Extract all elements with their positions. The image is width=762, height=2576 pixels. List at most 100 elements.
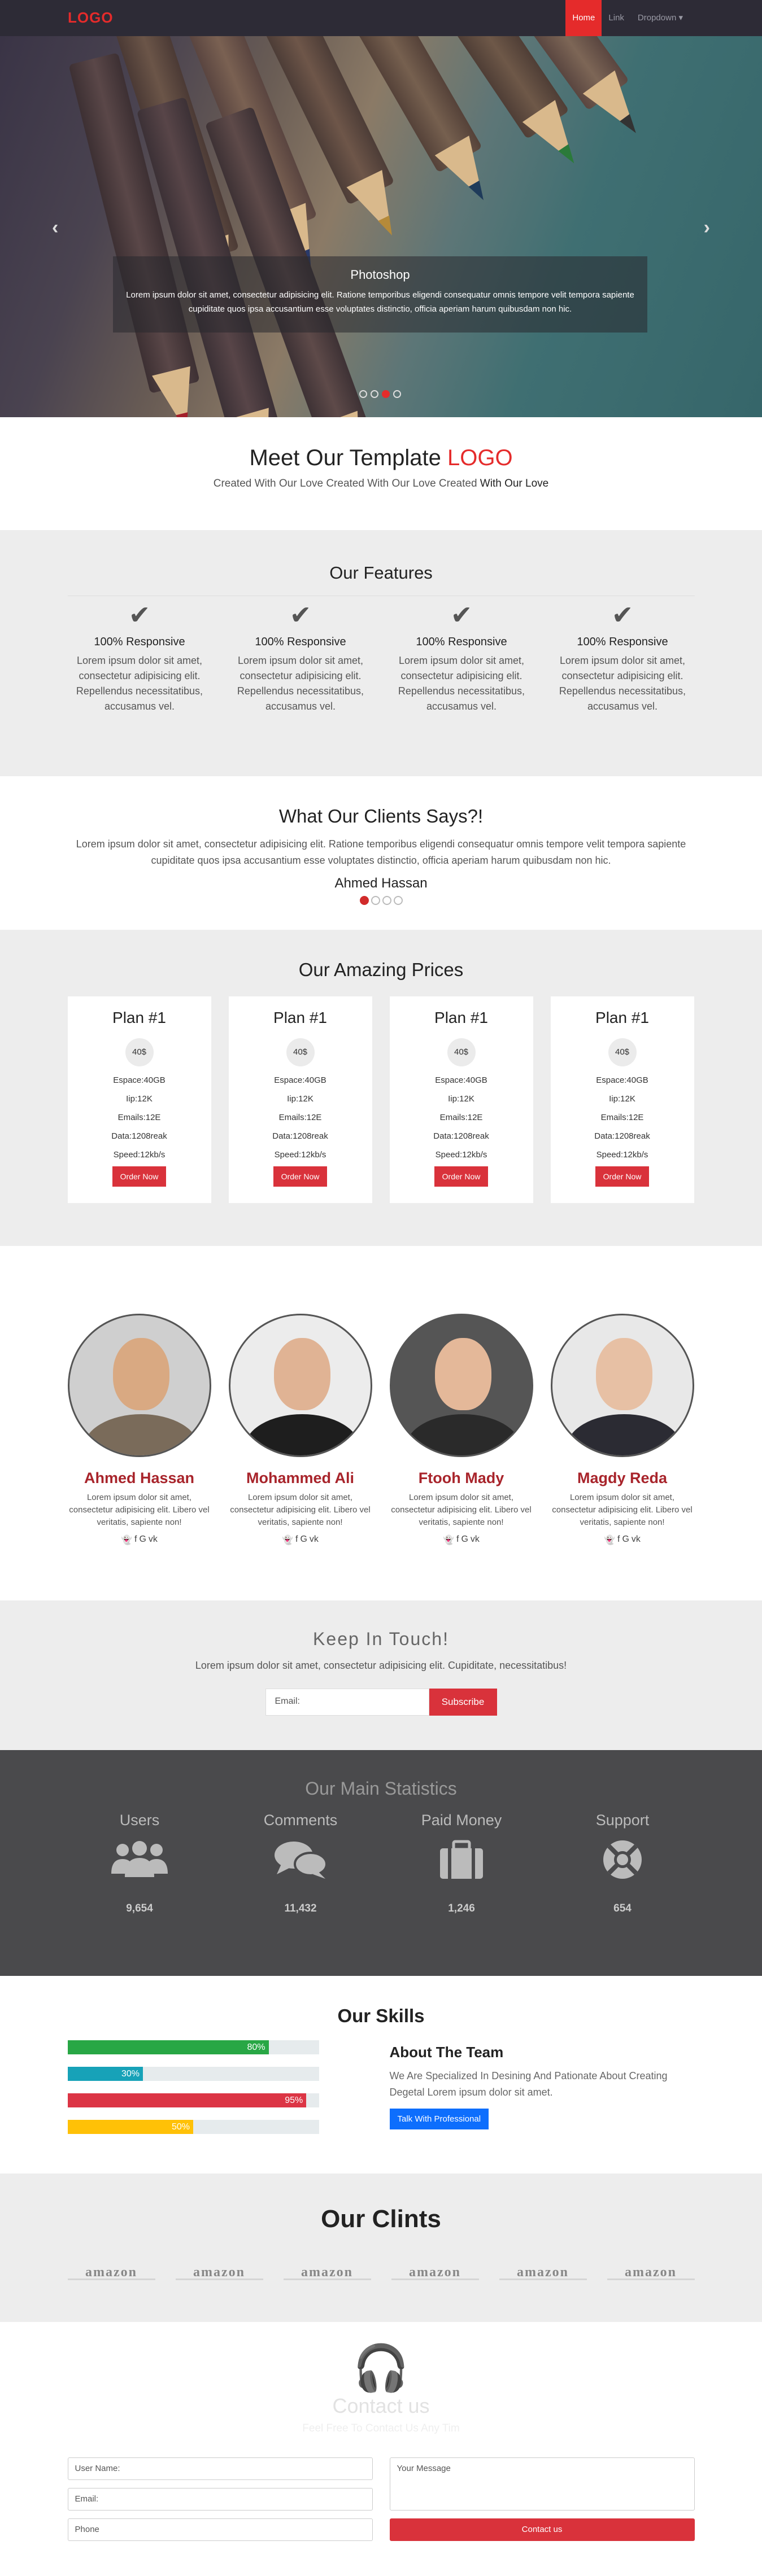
facebook-icon[interactable]: f xyxy=(456,1534,459,1546)
plan-price: 40$ xyxy=(608,1038,637,1066)
intro-subtitle: Created With Our Love Created With Our L… xyxy=(0,478,762,490)
about-team: About The Team We Are Specialized In Des… xyxy=(389,2040,695,2146)
pricing-plan: Plan #1 40$ Espace:40GB Iip:12K Emails:1… xyxy=(228,996,372,1203)
nav-link-home[interactable]: Home xyxy=(565,0,602,36)
carousel-prev-icon[interactable]: ‹ xyxy=(52,217,58,239)
nav-links: Home Link Dropdown ▾ xyxy=(565,0,690,36)
order-now-button[interactable]: Order Now xyxy=(112,1166,167,1187)
member-bio: Lorem ipsum dolor sit amet, consectetur … xyxy=(391,1493,532,1527)
feature-text: Lorem ipsum dolor sit amet, consectetur … xyxy=(398,655,525,712)
snapchat-icon[interactable]: 👻 xyxy=(443,1534,454,1546)
amazon-logo: amazon xyxy=(175,2266,263,2280)
feature-item: ✔ 100% Responsive Lorem ipsum dolor sit … xyxy=(542,596,703,714)
vk-icon[interactable]: vk xyxy=(149,1534,158,1546)
message-field[interactable]: Your Message xyxy=(389,2457,695,2511)
carousel-indicator[interactable] xyxy=(359,390,367,398)
feature-text: Lorem ipsum dolor sit amet, consectetur … xyxy=(559,655,686,712)
brand-logos: amazon amazon amazon amazon amazon amazo… xyxy=(0,2266,762,2280)
team-section: Ahmed Hassan Lorem ipsum dolor sit amet,… xyxy=(0,1246,762,1600)
progress-fill: 95% xyxy=(67,2093,307,2107)
member-name: Ftooh Mady xyxy=(418,1469,504,1486)
carousel-indicator[interactable] xyxy=(393,390,401,398)
nav-link-link[interactable]: Link xyxy=(602,0,631,36)
plan-feature: Iip:12K xyxy=(126,1094,153,1104)
features-section: Our Features ✔ 100% Responsive Lorem ips… xyxy=(0,530,762,776)
google-icon[interactable]: G xyxy=(139,1534,146,1546)
vk-icon[interactable]: vk xyxy=(310,1534,319,1546)
stat-item: Support 654 xyxy=(542,1812,703,1915)
nav-dropdown[interactable]: Dropdown ▾ xyxy=(631,0,690,36)
statistics-title: Our Main Statistics xyxy=(305,1778,457,1799)
order-now-button[interactable]: Order Now xyxy=(273,1166,328,1187)
carousel-caption: Photoshop Lorem ipsum dolor sit amet, co… xyxy=(113,256,647,333)
social-icons: 👻 f Gvk xyxy=(229,1534,372,1546)
progress-fill: 80% xyxy=(67,2040,269,2054)
email-field[interactable]: Email: xyxy=(67,2488,373,2511)
plan-feature: Speed:12kb/s xyxy=(274,1150,326,1160)
plan-feature: Emails:12E xyxy=(439,1113,483,1122)
snapchat-icon[interactable]: 👻 xyxy=(282,1534,293,1546)
member-bio: Lorem ipsum dolor sit amet, consectetur … xyxy=(230,1493,371,1527)
logo[interactable]: LOGO xyxy=(68,9,114,27)
carousel-indicator[interactable] xyxy=(371,390,378,398)
stat-label: Paid Money xyxy=(421,1812,502,1829)
amazon-logo: amazon xyxy=(67,2266,155,2280)
vk-icon[interactable]: vk xyxy=(632,1534,641,1546)
intro-subtitle-bold: With Our Love xyxy=(480,478,549,489)
facebook-icon[interactable]: f xyxy=(617,1534,620,1546)
social-icons: 👻 f Gvk xyxy=(68,1534,211,1546)
feature-item: ✔ 100% Responsive Lorem ipsum dolor sit … xyxy=(220,596,381,714)
plan-feature: Speed:12kb/s xyxy=(113,1150,166,1160)
stat-value: 11,432 xyxy=(284,1903,317,1914)
carousel-next-icon[interactable]: › xyxy=(704,217,710,239)
plan-price: 40$ xyxy=(125,1038,154,1066)
vk-icon[interactable]: vk xyxy=(471,1534,480,1546)
testimonial-indicator[interactable] xyxy=(371,896,380,905)
feature-text: Lorem ipsum dolor sit amet, consectetur … xyxy=(237,655,364,712)
snapchat-icon[interactable]: 👻 xyxy=(604,1534,615,1546)
facebook-icon[interactable]: f xyxy=(134,1534,137,1546)
clients-logos-section: Our Clints amazon amazon amazon amazon a… xyxy=(0,2173,762,2322)
avatar xyxy=(228,1314,372,1457)
clients-logos-title: Our Clints xyxy=(321,2205,441,2233)
intro-title-accent: LOGO xyxy=(447,445,513,470)
google-icon[interactable]: G xyxy=(300,1534,307,1546)
testimonial-author: Ahmed Hassan xyxy=(334,876,428,891)
facebook-icon[interactable]: f xyxy=(295,1534,298,1546)
snapchat-icon[interactable]: 👻 xyxy=(121,1534,132,1546)
plan-feature: Emails:12E xyxy=(278,1113,322,1122)
google-icon[interactable]: G xyxy=(622,1534,629,1546)
amazon-logo: amazon xyxy=(391,2266,479,2280)
member-name: Ahmed Hassan xyxy=(84,1469,195,1486)
testimonials-title: What Our Clients Says?! xyxy=(278,806,484,826)
email-input[interactable]: Email: xyxy=(265,1689,429,1716)
contact-button[interactable]: Contact us xyxy=(389,2518,695,2541)
plan-feature: Emails:12E xyxy=(117,1113,161,1122)
subscribe-button[interactable]: Subscribe xyxy=(429,1689,497,1716)
order-now-button[interactable]: Order Now xyxy=(434,1166,489,1187)
progress-bar: 80% xyxy=(67,2040,319,2054)
intro-title-text: Meet Our Template xyxy=(249,445,447,470)
check-icon: ✔ xyxy=(611,600,634,629)
intro-section: Meet Our Template LOGO Created With Our … xyxy=(0,417,762,530)
order-now-button[interactable]: Order Now xyxy=(595,1166,650,1187)
carousel-indicator-active[interactable] xyxy=(382,390,390,398)
pricing-title: Our Amazing Prices xyxy=(298,959,464,980)
feature-item: ✔ 100% Responsive Lorem ipsum dolor sit … xyxy=(59,596,220,714)
pricing-section: Our Amazing Prices Plan #1 40$ Espace:40… xyxy=(0,930,762,1246)
testimonial-indicator-active[interactable] xyxy=(359,896,369,905)
plan-name: Plan #1 xyxy=(273,1009,327,1026)
phone-field[interactable]: Phone xyxy=(67,2518,373,2541)
stat-item: Paid Money 1,246 xyxy=(381,1812,542,1915)
testimonial-indicator[interactable] xyxy=(393,896,403,905)
team-member: Magdy Reda Lorem ipsum dolor sit amet, c… xyxy=(550,1314,694,1546)
username-field[interactable]: User Name: xyxy=(67,2457,373,2480)
plan-feature: Espace:40GB xyxy=(113,1075,166,1085)
team-member: Mohammed Ali Lorem ipsum dolor sit amet,… xyxy=(228,1314,372,1546)
google-icon[interactable]: G xyxy=(461,1534,468,1546)
testimonial-indicator[interactable] xyxy=(382,896,391,905)
member-name: Magdy Reda xyxy=(577,1469,668,1486)
newsletter-text: Lorem ipsum dolor sit amet, consectetur … xyxy=(195,1660,567,1671)
feature-title: 100% Responsive xyxy=(416,636,507,648)
talk-with-professional-button[interactable]: Talk With Professional xyxy=(389,2109,489,2129)
